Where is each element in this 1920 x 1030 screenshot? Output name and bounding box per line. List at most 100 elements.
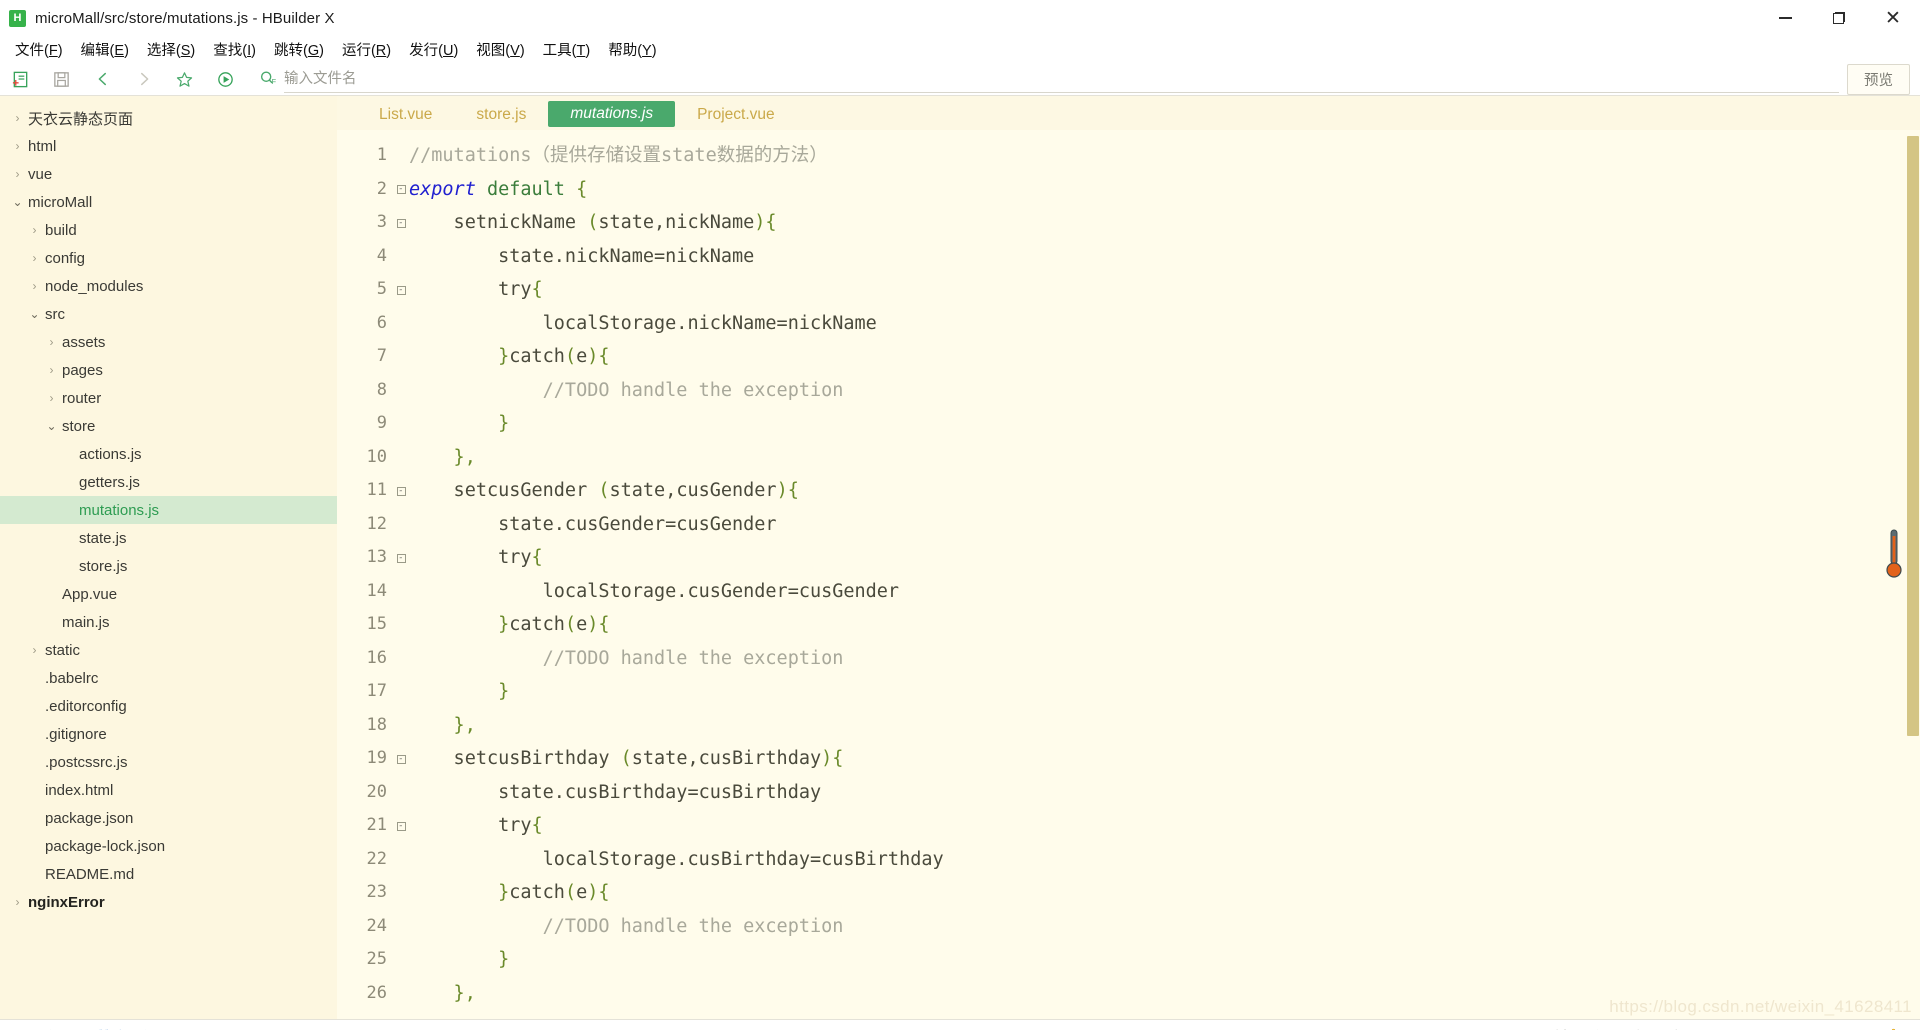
code-line[interactable]: localStorage.cusBirthday=cusBirthday <box>409 843 1920 877</box>
tree-item-index.html[interactable]: index.html <box>0 776 337 804</box>
tree-item-src[interactable]: ⌄ src <box>0 300 337 328</box>
tree-item-mutations.js[interactable]: mutations.js <box>0 496 337 524</box>
chevron-right-icon[interactable]: › <box>44 364 59 376</box>
tree-item-main.js[interactable]: main.js <box>0 608 337 636</box>
maximize-icon[interactable] <box>1812 0 1866 36</box>
forward-arrow-icon[interactable] <box>123 64 164 94</box>
fold-collapse-icon[interactable]: - <box>396 185 406 194</box>
fold-toggle[interactable]: - <box>393 541 409 575</box>
code-line[interactable]: //TODO handle the exception <box>409 910 1920 944</box>
code-line[interactable]: localStorage.cusGender=cusGender <box>409 575 1920 609</box>
chevron-down-icon[interactable]: ⌄ <box>10 196 25 208</box>
code-line[interactable]: setcusGender (state,cusGender){ <box>409 474 1920 508</box>
tree-item-config[interactable]: › config <box>0 244 337 272</box>
code-line[interactable]: } <box>409 675 1920 709</box>
code-line[interactable]: state.nickName=nickName <box>409 240 1920 274</box>
code-line[interactable]: export default { <box>409 173 1920 207</box>
fold-collapse-icon[interactable]: - <box>396 754 406 764</box>
code-fold-column[interactable]: - - - - - - - <box>393 130 409 1019</box>
chevron-right-icon[interactable]: › <box>10 168 25 180</box>
cursor-position-label[interactable]: 行:1 列:1 <box>1634 1027 1689 1030</box>
scrollbar-thumb[interactable] <box>1907 136 1919 736</box>
code-line[interactable]: //TODO handle the exception <box>409 642 1920 676</box>
code-line[interactable]: } <box>409 943 1920 977</box>
menu-item-4[interactable]: 查找(I) <box>204 36 265 63</box>
tree-item-.gitignore[interactable]: .gitignore <box>0 720 337 748</box>
menu-item-5[interactable]: 跳转(G) <box>265 36 333 63</box>
code-line[interactable]: try{ <box>409 541 1920 575</box>
chevron-right-icon[interactable]: › <box>44 392 59 404</box>
fold-toggle[interactable]: - <box>393 809 409 843</box>
code-line[interactable]: localStorage.nickName=nickName <box>409 307 1920 341</box>
editor-tab-storejs[interactable]: store.js <box>454 99 548 130</box>
tree-item-router[interactable]: › router <box>0 384 337 412</box>
project-tree[interactable]: › 天衣云静态页面 › html › vue ⌄ microMall › build › config… <box>0 96 337 1019</box>
tree-item-actions.js[interactable]: actions.js <box>0 440 337 468</box>
fold-toggle[interactable]: - <box>393 742 409 776</box>
code-line[interactable]: //mutations（提供存储设置state数据的方法） <box>409 139 1920 173</box>
new-file-icon[interactable] <box>0 64 41 94</box>
chevron-right-icon[interactable]: › <box>10 896 25 908</box>
fold-toggle[interactable]: - <box>393 273 409 307</box>
menu-item-3[interactable]: 选择(S) <box>138 36 204 63</box>
fold-toggle[interactable]: - <box>393 474 409 508</box>
fold-collapse-icon[interactable]: - <box>396 553 406 563</box>
star-icon[interactable] <box>164 64 205 94</box>
tree-item-microMall[interactable]: ⌄ microMall <box>0 188 337 216</box>
vertical-scrollbar[interactable] <box>1905 130 1920 1019</box>
menu-item-8[interactable]: 视图(V) <box>467 36 533 63</box>
sponsor-link[interactable]: 赞助我们 <box>97 1027 153 1030</box>
menu-item-9[interactable]: 工具(T) <box>534 36 600 63</box>
fold-toggle[interactable]: - <box>393 206 409 240</box>
tree-item-store[interactable]: ⌄ store <box>0 412 337 440</box>
editor-tab-Projectvue[interactable]: Project.vue <box>675 99 797 130</box>
chevron-down-icon[interactable]: ⌄ <box>27 308 42 320</box>
tree-item-node_modules[interactable]: › node_modules <box>0 272 337 300</box>
tree-item-pages[interactable]: › pages <box>0 356 337 384</box>
tree-item-getters.js[interactable]: getters.js <box>0 468 337 496</box>
back-arrow-icon[interactable] <box>82 64 123 94</box>
code-line[interactable]: setnickName (state,nickName){ <box>409 206 1920 240</box>
tree-item-package.json[interactable]: package.json <box>0 804 337 832</box>
tree-item-package-lock.json[interactable]: package-lock.json <box>0 832 337 860</box>
minimize-icon[interactable] <box>1758 0 1812 36</box>
tree-item-html[interactable]: › html <box>0 132 337 160</box>
tree-item-.babelrc[interactable]: .babelrc <box>0 664 337 692</box>
login-button[interactable]: 登录 <box>22 1027 71 1030</box>
fold-toggle[interactable]: - <box>393 173 409 207</box>
close-icon[interactable]: ✕ <box>1866 0 1920 36</box>
menu-item-7[interactable]: 发行(U) <box>400 36 467 63</box>
tree-item-README.md[interactable]: README.md <box>0 860 337 888</box>
menu-item-2[interactable]: 编辑(E) <box>72 36 138 63</box>
code-line[interactable]: }, <box>409 977 1920 1011</box>
preview-button[interactable]: 预览 <box>1847 63 1910 95</box>
tree-item-.editorconfig[interactable]: .editorconfig <box>0 692 337 720</box>
code-line[interactable]: }, <box>409 441 1920 475</box>
tree-item-state.js[interactable]: state.js <box>0 524 337 552</box>
chevron-right-icon[interactable]: › <box>27 252 42 264</box>
fold-collapse-icon[interactable]: - <box>396 821 406 831</box>
tree-item-App.vue[interactable]: App.vue <box>0 580 337 608</box>
menu-item-1[interactable]: 文件(F) <box>6 36 72 63</box>
tree-item-build[interactable]: › build <box>0 216 337 244</box>
tree-item-vue[interactable]: › vue <box>0 160 337 188</box>
code-line[interactable]: state.cusBirthday=cusBirthday <box>409 776 1920 810</box>
tree-item-store.js[interactable]: store.js <box>0 552 337 580</box>
editor-tab-mutationsjs[interactable]: mutations.js <box>548 101 676 127</box>
fold-collapse-icon[interactable]: - <box>396 285 406 295</box>
code-line[interactable]: }catch(e){ <box>409 876 1920 910</box>
chevron-right-icon[interactable]: › <box>27 224 42 236</box>
save-icon[interactable] <box>41 64 82 94</box>
code-content[interactable]: //mutations（提供存储设置state数据的方法） export defa… <box>409 130 1920 1019</box>
chevron-down-icon[interactable]: ⌄ <box>44 420 59 432</box>
menu-item-6[interactable]: 运行(R) <box>333 36 400 63</box>
syntax-library-label[interactable]: 语法提示库 <box>1534 1027 1604 1030</box>
editor-tab-Listvue[interactable]: List.vue <box>357 99 454 130</box>
code-line[interactable]: }catch(e){ <box>409 608 1920 642</box>
tree-item-assets[interactable]: › assets <box>0 328 337 356</box>
chevron-right-icon[interactable]: › <box>44 336 59 348</box>
tree-item-[interactable]: › 天衣云静态页面 <box>0 104 337 132</box>
search-file-icon[interactable]: F <box>252 69 284 89</box>
menu-item-10[interactable]: 帮助(Y) <box>599 36 665 63</box>
code-line[interactable]: //TODO handle the exception <box>409 374 1920 408</box>
